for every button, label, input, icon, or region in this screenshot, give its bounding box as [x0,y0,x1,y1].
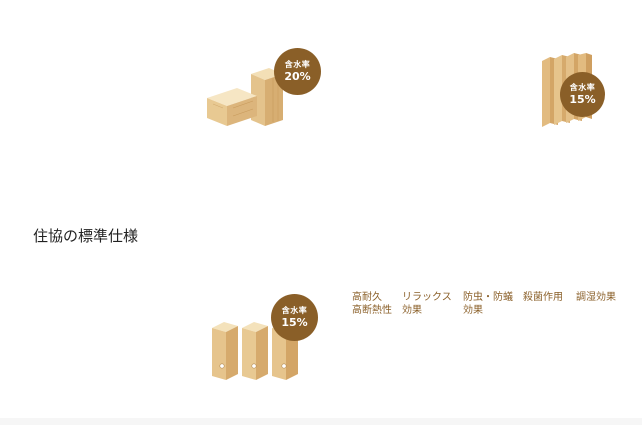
moisture-value: 20% [284,69,311,83]
moisture-badge: 含水率 15% [560,72,605,117]
moisture-label: 含水率 [569,82,596,92]
moisture-value: 15% [569,92,596,106]
moisture-badge: 含水率 15% [271,294,318,341]
moisture-badge: 含水率 20% [274,48,321,95]
feature-antibacterial: 殺菌作用 [523,292,563,303]
feature-durability: 高耐久 高断熱性 [352,292,392,316]
moisture-label: 含水率 [284,59,311,69]
moisture-value: 15% [281,315,308,329]
feature-insect-resistance: 防虫・防蟻 効果 [463,292,513,316]
moisture-label: 含水率 [281,305,308,315]
section-title: 住協の標準仕様 [33,227,139,245]
feature-list: 高耐久 高断熱性 リラックス 効果 防虫・防蟻 効果 殺菌作用 調湿効果 [352,291,626,317]
feature-relaxation: リラックス 効果 [402,292,452,316]
footer-divider [0,418,642,425]
feature-humidity-control: 調湿効果 [576,292,616,303]
